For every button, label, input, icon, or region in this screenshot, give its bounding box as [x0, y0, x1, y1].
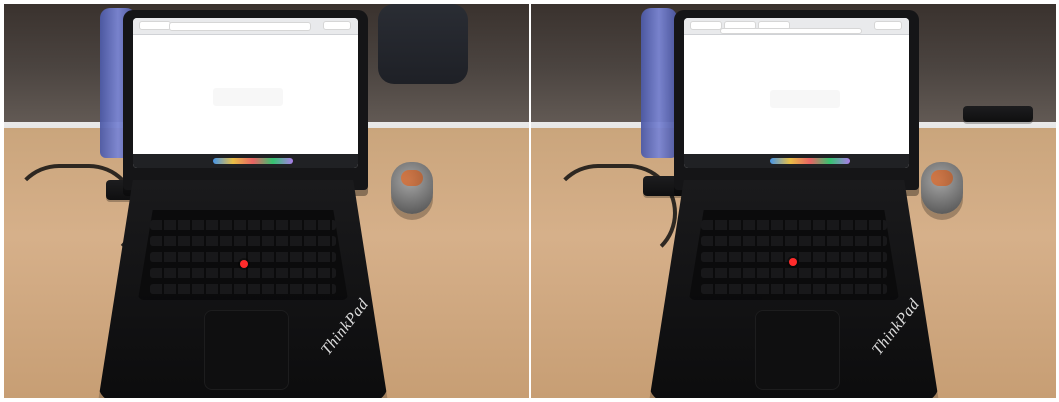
key-row: [150, 284, 336, 294]
browser-actions: [323, 21, 351, 30]
laptop: ThinkPad: [98, 10, 388, 398]
mouse-accent: [931, 170, 953, 186]
key-row: [150, 236, 336, 246]
keyboard: [138, 210, 348, 300]
key-row: [150, 220, 336, 230]
trackpoint: [789, 258, 797, 266]
browser-tab: [690, 21, 722, 30]
laptop: ThinkPad: [649, 10, 939, 398]
backpack: [378, 4, 468, 84]
browser-tab: [139, 21, 171, 30]
key-row: [701, 268, 887, 278]
taskbar: [133, 154, 358, 168]
keyboard: [689, 210, 899, 300]
computer-mouse: [921, 162, 963, 214]
key-row: [701, 236, 887, 246]
address-bar: [169, 22, 311, 31]
key-row: [701, 284, 887, 294]
mouse-accent: [401, 170, 423, 186]
trackpoint: [240, 260, 248, 268]
document-content: [770, 90, 840, 108]
laptop-lid: [674, 10, 919, 190]
document-content: [213, 88, 283, 106]
key-row: [701, 220, 887, 230]
photo-right: ThinkPad: [531, 4, 1056, 398]
taskbar: [684, 154, 909, 168]
laptop-screen: [684, 18, 909, 168]
laptop-lid: [123, 10, 368, 190]
address-bar: [720, 28, 862, 34]
cable-bundle: [963, 106, 1033, 122]
taskbar-icons: [213, 158, 293, 164]
browser-actions: [874, 21, 902, 30]
taskbar-icons: [770, 158, 850, 164]
laptop-screen: [133, 18, 358, 168]
key-row: [150, 268, 336, 278]
computer-mouse: [391, 162, 433, 214]
photo-left: ThinkPad: [4, 4, 529, 398]
touchpad: [755, 310, 840, 390]
browser-toolbar: [133, 18, 358, 35]
browser-toolbar: [684, 18, 909, 35]
touchpad: [204, 310, 289, 390]
